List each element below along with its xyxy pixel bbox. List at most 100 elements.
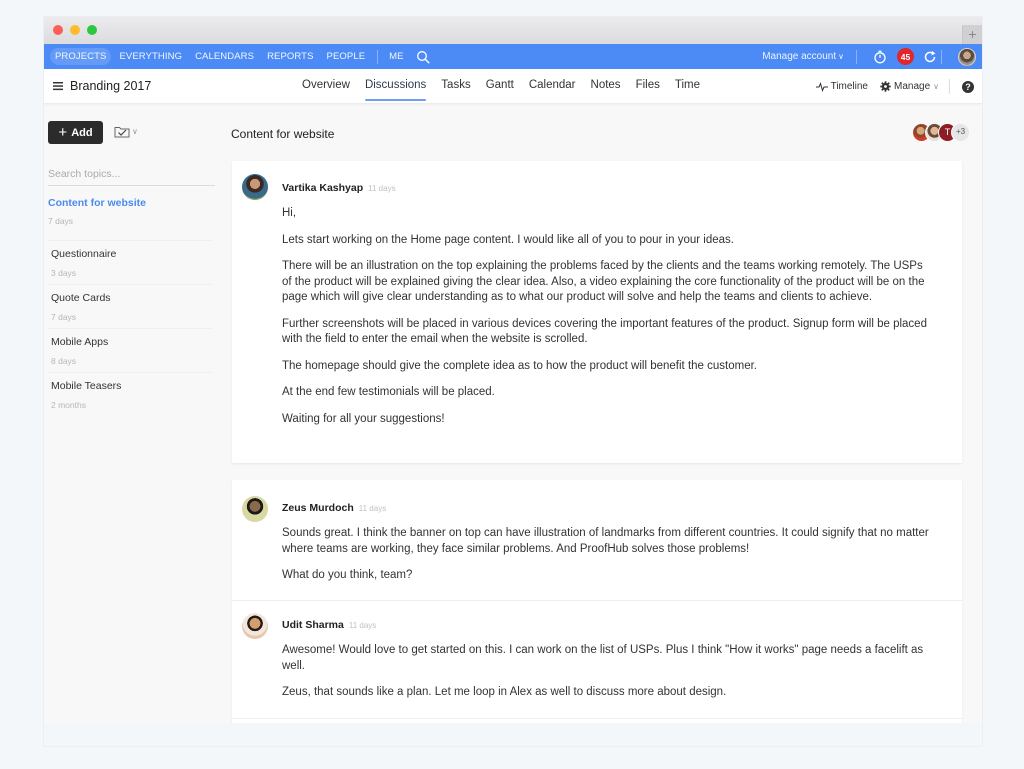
topic-time: 3 days — [51, 268, 77, 278]
post-card: Vartika Kashyap 11 days Hi, Lets start wo… — [232, 161, 962, 463]
manage-button[interactable]: Manage ∨ — [880, 81, 939, 92]
post-author: Udit Sharma — [282, 619, 344, 631]
nav-me[interactable]: ME — [384, 48, 408, 65]
nav-projects[interactable]: PROJECTS — [50, 48, 112, 65]
notification-badge[interactable]: 45 — [897, 48, 914, 65]
topic-name: Content for website — [48, 197, 147, 209]
nav-calendars[interactable]: CALENDARS — [190, 48, 259, 65]
chevron-down-icon: ∨ — [132, 127, 138, 136]
post-body: Awesome! Would love to get started on th… — [282, 643, 947, 701]
tab-tasks[interactable]: Tasks — [441, 69, 470, 104]
maximize-window-button[interactable] — [87, 25, 97, 35]
post-paragraph: The homepage should give the complete id… — [282, 359, 757, 372]
window-controls — [53, 25, 97, 35]
post-paragraph: Awesome! Would love to get started on th… — [282, 644, 924, 672]
tab-calendar[interactable]: Calendar — [529, 69, 576, 104]
tab-overview[interactable]: Overview — [302, 69, 350, 104]
discussion-panel: Content for website T +3 Vartika Kashyap… — [231, 104, 982, 746]
nav-reports[interactable]: REPORTS — [262, 48, 318, 65]
post-paragraph: Further screenshots will be placed in va… — [282, 317, 927, 346]
topic-name: Mobile Teasers — [51, 380, 122, 392]
nav-everything[interactable]: EVERYTHING — [114, 48, 187, 65]
post-author: Vartika Kashyap — [282, 182, 364, 194]
search-icon[interactable] — [416, 50, 430, 64]
author-avatar — [242, 613, 268, 639]
topic-item[interactable]: Mobile Teasers 2 months — [48, 373, 212, 417]
project-tabs: Overview Discussions Tasks Gantt Calenda… — [302, 69, 715, 104]
tools-divider — [949, 79, 950, 94]
post-paragraph: Zeus, that sounds like a plan. Let me lo… — [282, 686, 727, 698]
discussion-title: Content for website — [231, 127, 335, 141]
post-paragraph: At the end few testimonials will be plac… — [282, 386, 495, 398]
tab-files[interactable]: Files — [636, 69, 660, 104]
add-topic-button[interactable]: + Add — [48, 121, 103, 144]
post: Vartika Kashyap 11 days Hi, Lets start wo… — [232, 161, 962, 427]
pulse-icon — [815, 81, 828, 92]
post-body: Sounds great. I think the banner on top … — [282, 526, 947, 584]
new-tab-button[interactable]: + — [962, 25, 982, 44]
post-paragraph: What do you think, team? — [282, 569, 413, 581]
topic-item[interactable]: Mobile Apps 8 days — [48, 329, 212, 373]
tab-time[interactable]: Time — [675, 69, 700, 104]
filter-dropdown[interactable]: ∨ — [114, 125, 138, 138]
chevron-down-icon: ∨ — [838, 52, 844, 61]
author-avatar — [242, 174, 268, 200]
post-body: Hi, Lets start working on the Home page … — [282, 206, 962, 427]
minimize-window-button[interactable] — [70, 25, 80, 35]
search-topics-input[interactable] — [48, 165, 215, 186]
timeline-label: Timeline — [830, 81, 868, 92]
topic-time: 2 months — [51, 400, 86, 410]
project-bar: Branding 2017 Overview Discussions Tasks… — [44, 69, 982, 104]
topic-name: Mobile Apps — [51, 336, 109, 348]
chevron-down-icon: ∨ — [933, 82, 939, 91]
tab-notes[interactable]: Notes — [591, 69, 621, 104]
title-bar: + — [44, 17, 982, 44]
folder-check-icon — [114, 127, 130, 138]
post-author: Zeus Murdoch — [282, 502, 354, 514]
hamburger-menu-icon[interactable] — [53, 81, 63, 91]
user-avatar[interactable] — [958, 47, 976, 66]
reply: Udit Sharma 11 days Awesome! Would love t… — [232, 601, 962, 718]
app-window: + PROJECTS EVERYTHING CALENDARS REPORTS … — [44, 17, 982, 746]
topic-time: 8 days — [51, 356, 77, 366]
topic-time: 7 days — [48, 216, 74, 226]
timer-icon[interactable] — [873, 50, 887, 64]
plus-icon: + — [58, 124, 68, 141]
topic-time: 7 days — [51, 312, 77, 322]
timeline-button[interactable]: Timeline — [815, 81, 868, 92]
topic-name: Quote Cards — [51, 292, 111, 304]
manage-account-menu[interactable]: Manage account ∨ — [762, 51, 844, 62]
post-paragraph: Hi, — [282, 207, 297, 219]
post-time: 11 days — [368, 184, 396, 193]
activity-refresh-icon[interactable] — [923, 50, 937, 64]
project-tools: Timeline Manage ∨ ? — [804, 69, 974, 104]
nav-divider — [377, 49, 379, 64]
topic-item[interactable]: Content for website 7 days — [48, 197, 212, 241]
nav-divider — [941, 49, 942, 64]
add-label: Add — [71, 126, 93, 139]
more-participants[interactable]: +3 — [951, 123, 970, 142]
topic-list: Content for website 7 days Questionnaire… — [48, 197, 212, 417]
post-time: 11 days — [348, 621, 377, 630]
post-paragraph: Sounds great. I think the banner on top … — [282, 527, 929, 555]
author-avatar — [242, 496, 268, 522]
post-paragraph: Lets start working on the Home page cont… — [282, 233, 734, 246]
nav-people[interactable]: PEOPLE — [322, 48, 371, 65]
participants[interactable]: T +3 — [912, 123, 970, 142]
help-icon[interactable]: ? — [962, 80, 974, 93]
reply: Zeus Murdoch 11 days Sounds great. I thin… — [232, 480, 962, 600]
tab-gantt[interactable]: Gantt — [486, 69, 514, 104]
topic-name: Questionnaire — [51, 248, 117, 260]
project-title: Branding 2017 — [70, 79, 152, 93]
gear-icon — [880, 81, 891, 92]
replies-card: Zeus Murdoch 11 days Sounds great. I thin… — [232, 480, 962, 746]
topic-item[interactable]: Quote Cards 7 days — [48, 285, 212, 329]
tab-discussions[interactable]: Discussions — [364, 69, 427, 104]
manage-label: Manage — [894, 81, 931, 92]
post-paragraph: Waiting for all your suggestions! — [282, 412, 445, 425]
post-time: 11 days — [358, 504, 387, 513]
nav-divider — [856, 49, 857, 64]
topic-item[interactable]: Questionnaire 3 days — [48, 241, 212, 285]
manage-account-label: Manage account — [762, 51, 837, 62]
close-window-button[interactable] — [53, 25, 63, 35]
